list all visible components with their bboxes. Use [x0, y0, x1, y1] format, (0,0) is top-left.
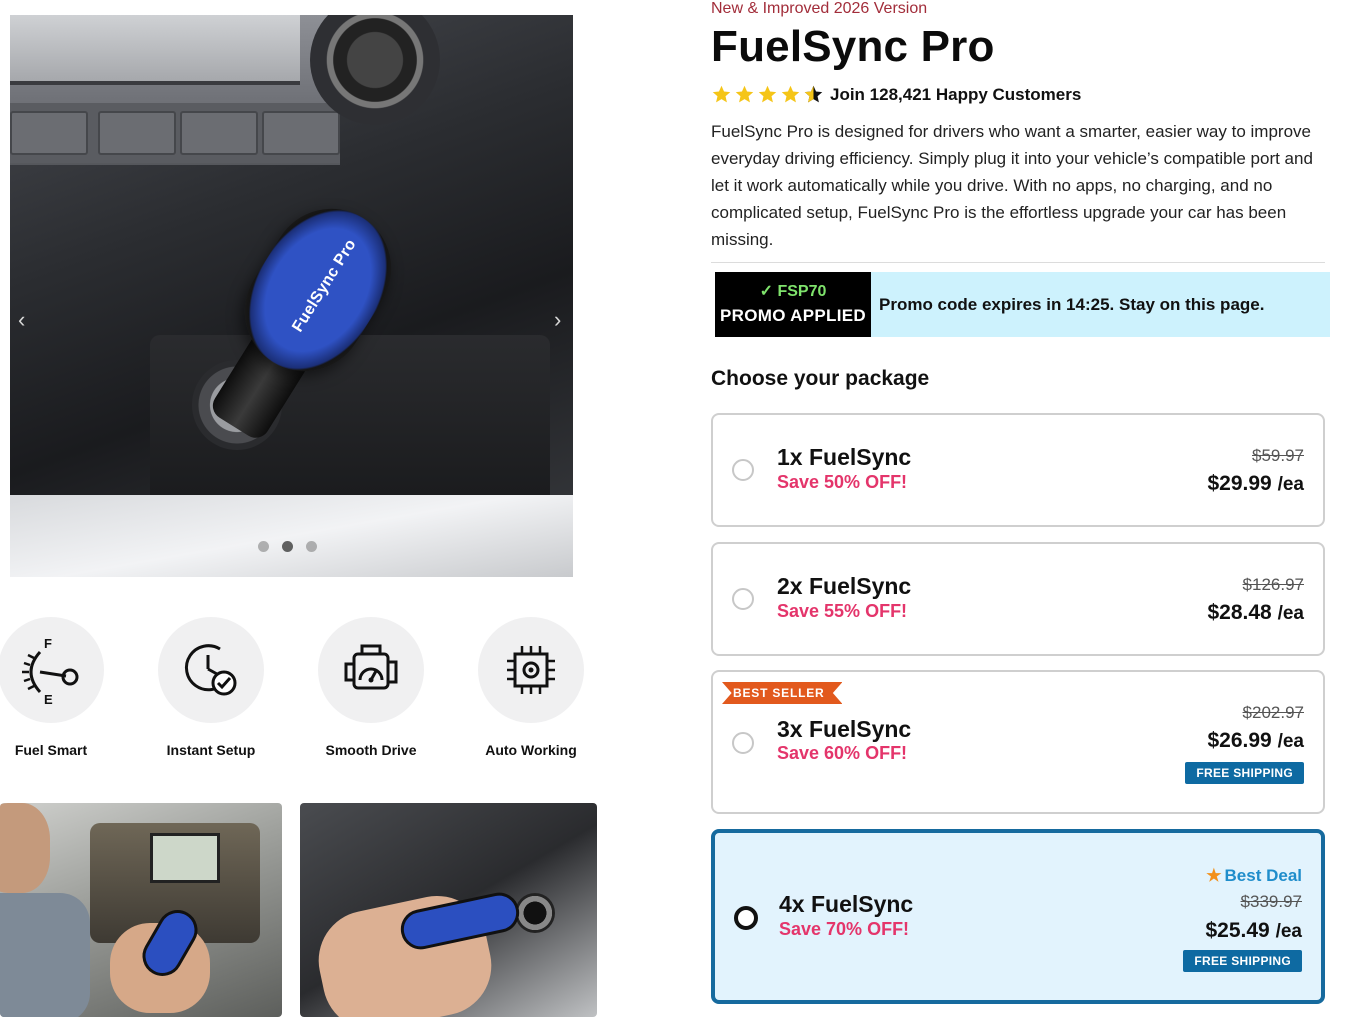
product-title: FuelSync Pro: [711, 22, 995, 71]
promo-code: ✓ FSP70: [759, 283, 827, 300]
package-radio[interactable]: [732, 588, 754, 610]
package-price: $29.99 /ea: [1207, 472, 1305, 495]
feature-label: Auto Working: [485, 742, 577, 758]
feature-smooth-drive: Smooth Drive: [306, 617, 436, 758]
rating-row: Join 128,421 Happy Customers: [711, 84, 1081, 105]
package-name: 4x FuelSync: [779, 891, 914, 917]
package-option-3x[interactable]: BEST SELLER 3x FuelSync Save 60% OFF! $2…: [711, 670, 1325, 814]
package-radio[interactable]: [732, 459, 754, 481]
chip-icon: [507, 646, 555, 694]
feature-fuel-smart: F E Fuel Smart: [0, 617, 116, 758]
package-old-price: $202.97: [1242, 703, 1304, 722]
feature-label: Smooth Drive: [325, 742, 417, 758]
carousel-dots: [258, 541, 317, 552]
package-discount: Save 55% OFF!: [777, 601, 908, 621]
free-shipping-badge: FREE SHIPPING: [1183, 950, 1302, 972]
package-old-price: $339.97: [1240, 892, 1302, 911]
version-eyebrow: New & Improved 2026 Version: [711, 0, 928, 17]
feature-auto-working: Auto Working: [466, 617, 596, 758]
package-discount: Save 70% OFF!: [779, 919, 910, 939]
package-name: 1x FuelSync: [777, 444, 912, 470]
package-old-price: $126.97: [1242, 575, 1304, 594]
package-radio[interactable]: [732, 732, 754, 754]
customer-count: Join 128,421 Happy Customers: [830, 84, 1082, 104]
star-icon: ★: [1206, 866, 1222, 885]
carousel-dot[interactable]: [258, 541, 269, 552]
feature-icons: F E Fuel Smart Instant Setup Smooth Driv…: [0, 617, 600, 758]
engine-icon: [344, 644, 398, 690]
carousel-dot[interactable]: [306, 541, 317, 552]
package-option-4x[interactable]: 4x FuelSync Save 70% OFF! ★ Best Deal $33…: [711, 829, 1325, 1004]
svg-text:F: F: [44, 636, 52, 651]
star-rating: [711, 84, 824, 105]
best-seller-badge: BEST SELLER: [722, 682, 843, 704]
package-price: $28.48 /ea: [1207, 601, 1305, 624]
package-discount: Save 60% OFF!: [777, 743, 908, 763]
feature-label: Instant Setup: [166, 742, 256, 758]
star-icon: [781, 85, 800, 103]
promo-code-box: ✓ FSP70 PROMO APPLIED: [715, 272, 871, 337]
package-discount: Save 50% OFF!: [777, 472, 908, 492]
promo-timer-message: Promo code expires in 14:25. Stay on thi…: [879, 294, 1265, 314]
divider: [711, 262, 1325, 263]
lifestyle-image-plugging-in[interactable]: [300, 803, 597, 1017]
dashboard-screen: [10, 15, 300, 85]
package-price: $26.99 /ea: [1207, 729, 1305, 752]
product-description: FuelSync Pro is designed for drivers who…: [711, 122, 1313, 249]
product-image-carousel[interactable]: FuelSync Pro ‹ ›: [10, 15, 573, 577]
feature-instant-setup: Instant Setup: [146, 617, 276, 758]
package-old-price: $59.97: [1252, 446, 1304, 465]
promo-status: PROMO APPLIED: [720, 306, 866, 325]
package-price: $25.49 /ea: [1205, 919, 1303, 942]
package-option-2x[interactable]: 2x FuelSync Save 55% OFF! $126.97 $28.48…: [711, 542, 1325, 656]
package-heading: Choose your package: [711, 367, 930, 390]
package-name: 2x FuelSync: [777, 573, 912, 599]
star-icon: [712, 85, 731, 103]
best-deal-label: ★ Best Deal: [1206, 866, 1302, 885]
dashboard-buttons: [10, 103, 340, 163]
feature-label: Fuel Smart: [14, 742, 88, 758]
package-radio-selected[interactable]: [734, 906, 758, 930]
package-name: 3x FuelSync: [777, 716, 912, 742]
package-option-1x[interactable]: 1x FuelSync Save 50% OFF! $59.97 $29.99 …: [711, 413, 1325, 527]
star-icon: [735, 85, 754, 103]
carousel-dot-active[interactable]: [282, 541, 293, 552]
lifestyle-image-driver[interactable]: [0, 803, 282, 1017]
free-shipping-badge: FREE SHIPPING: [1185, 762, 1304, 784]
svg-text:E: E: [44, 692, 53, 706]
carousel-prev-arrow-icon[interactable]: ‹: [18, 307, 25, 333]
console-trim: [10, 495, 573, 577]
carousel-next-arrow-icon[interactable]: ›: [554, 307, 561, 333]
fuel-gauge-icon: F E: [22, 636, 79, 706]
star-icon: [758, 85, 777, 103]
star-half-icon: [804, 85, 823, 103]
clock-check-icon: [184, 644, 237, 696]
promo-banner: ✓ FSP70 PROMO APPLIED Promo code expires…: [715, 272, 1330, 337]
